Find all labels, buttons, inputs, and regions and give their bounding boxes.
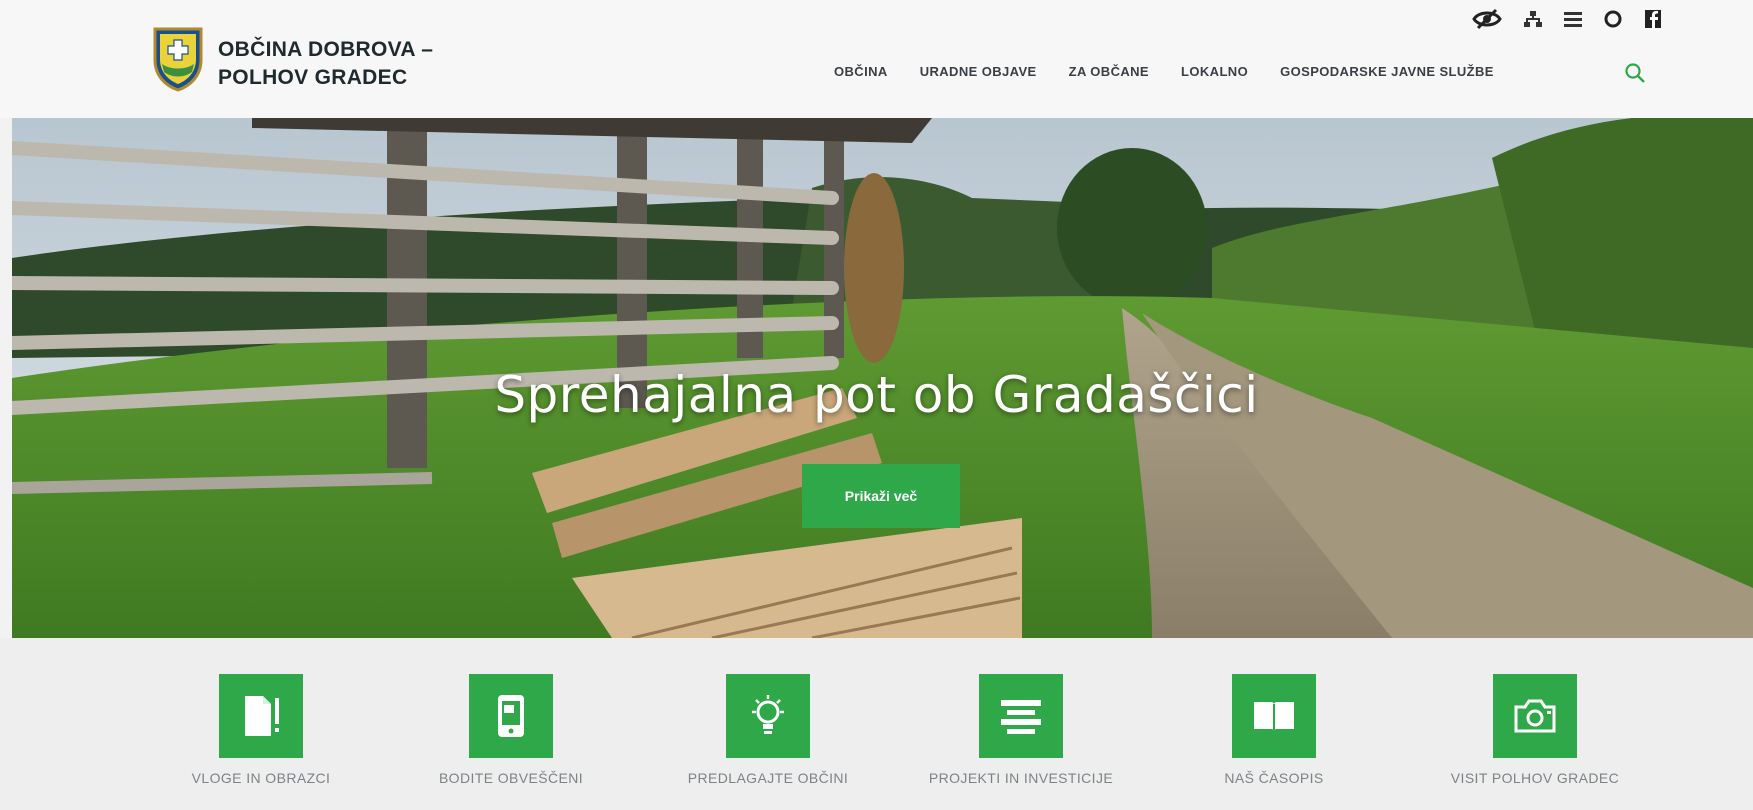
- nav-item-gospodarske-javne-sluzbe[interactable]: GOSPODARSKE JAVNE SLUŽBE: [1264, 62, 1510, 82]
- facebook-icon[interactable]: [1642, 8, 1664, 30]
- nav-item-lokalno[interactable]: LOKALNO: [1165, 62, 1264, 82]
- site-header: OBČINA DOBROVA – POLHOV GRADEC OBČINA UR…: [0, 0, 1753, 118]
- utility-bar: [1470, 8, 1664, 30]
- nav-item-uradne-objave[interactable]: URADNE OBJAVE: [904, 62, 1053, 82]
- quick-link-label: NAŠ ČASOPIS: [1224, 770, 1324, 786]
- projects-icon: [979, 674, 1063, 758]
- quick-link-nas-casopis[interactable]: NAŠ ČASOPIS: [1154, 674, 1394, 786]
- quick-link-projekti-in-investicije[interactable]: PROJEKTI IN INVESTICIJE: [901, 674, 1141, 786]
- search-icon[interactable]: [1620, 58, 1650, 88]
- main-nav: OBČINA URADNE OBJAVE ZA OBČANE LOKALNO G…: [818, 62, 1510, 82]
- lightbulb-icon: [726, 674, 810, 758]
- show-more-button[interactable]: Prikaži več: [802, 464, 960, 528]
- coat-of-arms-logo[interactable]: [152, 26, 204, 92]
- site-name[interactable]: OBČINA DOBROVA – POLHOV GRADEC: [218, 36, 433, 92]
- quick-link-bodite-obvesceni[interactable]: BODITE OBVEŠČENI: [391, 674, 631, 786]
- book-icon: [1232, 674, 1316, 758]
- hero-title: Sprehajalna pot ob Gradaščici: [494, 366, 1259, 424]
- hero-slider: Sprehajalna pot ob Gradaščici Prikaži ve…: [12, 118, 1753, 638]
- quick-link-vloge-in-obrazci[interactable]: VLOGE IN OBRAZCI: [141, 674, 381, 786]
- nav-item-obcina[interactable]: OBČINA: [818, 62, 904, 82]
- mobile-notification-icon: [469, 674, 553, 758]
- quick-link-visit-polhov-gradec[interactable]: VISIT POLHOV GRADEC: [1415, 674, 1655, 786]
- site-name-line2: POLHOV GRADEC: [218, 66, 408, 89]
- camera-icon: [1493, 674, 1577, 758]
- quick-link-label: PREDLAGAJTE OBČINI: [687, 770, 849, 786]
- quick-link-label: VISIT POLHOV GRADEC: [1450, 770, 1620, 786]
- contrast-icon[interactable]: [1602, 8, 1624, 30]
- document-icon: [219, 674, 303, 758]
- sitemap-icon[interactable]: [1522, 8, 1544, 30]
- nav-item-za-obcane[interactable]: ZA OBČANE: [1053, 62, 1165, 82]
- accessibility-eye-icon[interactable]: [1470, 8, 1504, 30]
- quick-link-label: BODITE OBVEŠČENI: [438, 770, 584, 786]
- quick-links: VLOGE IN OBRAZCI BODITE OBVEŠČENI PREDLA…: [0, 638, 1753, 810]
- menu-icon[interactable]: [1562, 8, 1584, 30]
- quick-link-label: VLOGE IN OBRAZCI: [191, 770, 331, 786]
- quick-link-label: PROJEKTI IN INVESTICIJE: [928, 770, 1114, 786]
- site-name-line1: OBČINA DOBROVA –: [218, 38, 434, 61]
- quick-link-predlagajte-obcini[interactable]: PREDLAGAJTE OBČINI: [648, 674, 888, 786]
